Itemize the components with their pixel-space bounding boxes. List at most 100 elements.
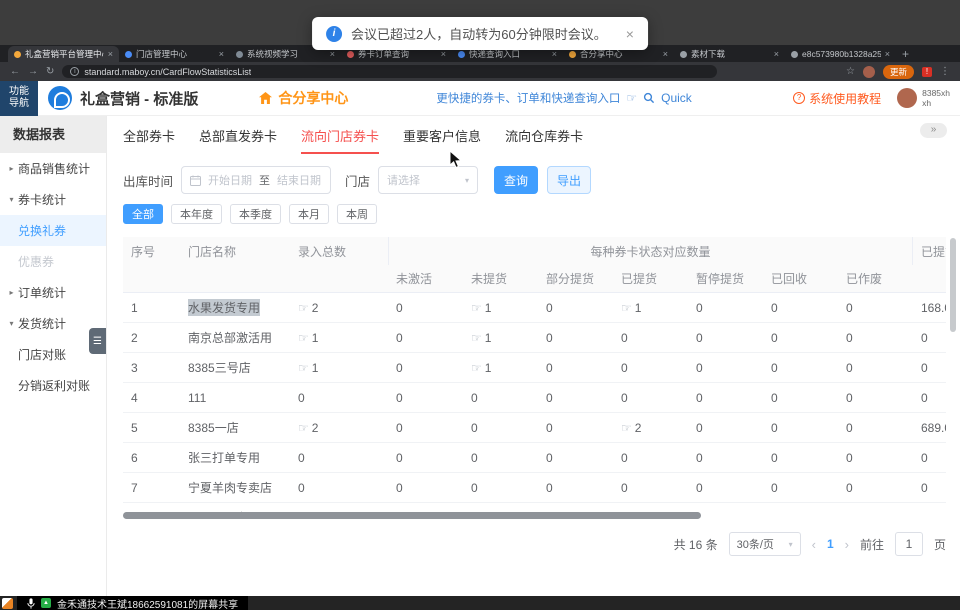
browser-profile-avatar[interactable] [863, 66, 875, 78]
toast-close-icon[interactable]: × [626, 26, 634, 42]
column-header-status: 未激活 [388, 265, 463, 292]
store-select[interactable]: 请选择 ▾ [378, 166, 478, 194]
quick-filter-button[interactable]: 全部 [123, 204, 163, 224]
cell-value: 0 [838, 323, 913, 352]
cell-value: 0 [688, 443, 763, 472]
tab-总部直发券卡[interactable]: 总部直发券卡 [199, 126, 277, 152]
tab-流向仓库券卡[interactable]: 流向仓库券卡 [505, 126, 583, 152]
info-icon: i [326, 26, 342, 42]
page-number[interactable]: 1 [827, 537, 834, 551]
cell-value[interactable]: ☞1 [290, 353, 388, 382]
cell-value: 0 [388, 473, 463, 502]
back-icon[interactable]: ← [10, 66, 20, 77]
cell-value: 0 [538, 293, 613, 322]
toast-message: 会议已超过2人，自动转为60分钟限时会议。 [351, 24, 607, 43]
sidebar-item[interactable]: ▾券卡统计 [0, 184, 106, 215]
site-info-icon[interactable]: i [70, 67, 79, 76]
pointer-icon: ☞ [298, 361, 309, 375]
cell-serial: 5 [123, 413, 180, 442]
reload-icon[interactable]: ↻ [46, 66, 54, 77]
browser-tab[interactable]: 礼盒营销平台管理中心× [8, 46, 119, 62]
export-button[interactable]: 导出 [547, 166, 591, 194]
store-name-text: 8385三号店 [188, 359, 251, 376]
column-header-status: 已回收 [763, 265, 838, 292]
horizontal-scrollbar-thumb[interactable] [123, 512, 701, 519]
goto-page-input[interactable]: 1 [895, 532, 923, 556]
browser-tab[interactable]: 素材下载× [674, 46, 785, 62]
cell-value[interactable]: ☞1 [290, 323, 388, 352]
cell-value: 689.0 [913, 413, 946, 442]
search-button[interactable]: 查询 [494, 166, 538, 194]
url-text: standard.maboy.cn/CardFlowStatisticsList [84, 67, 251, 77]
vertical-scrollbar-thumb[interactable] [950, 238, 956, 332]
table-row: 58385一店☞2000☞2000689.0 [123, 413, 946, 443]
new-tab-icon[interactable]: + [902, 47, 909, 61]
card-flow-table: 序号 门店名称 录入总数 每种券卡状态对应数量 已提货金额 未激活未提货部分提货… [123, 237, 946, 519]
table-body: 1水果发货专用☞20☞10☞1000168.02南京总部激活用☞10☞10000… [123, 293, 946, 519]
tab-close-icon[interactable]: × [108, 49, 113, 59]
cell-value: 168.0 [913, 293, 946, 322]
cell-store-name: 111 [180, 383, 290, 412]
cell-value: 0 [838, 383, 913, 412]
tab-close-icon[interactable]: × [330, 49, 335, 59]
quick-filter-button[interactable]: 本季度 [230, 204, 281, 224]
tab-close-icon[interactable]: × [663, 49, 668, 59]
cell-value: 0 [763, 443, 838, 472]
tab-close-icon[interactable]: × [774, 49, 779, 59]
cell-value: 0 [763, 323, 838, 352]
sidebar: 数据报表 ▸商品销售统计▾券卡统计兑换礼券优惠券▸订单统计▾发货统计门店对账分销… [0, 116, 107, 596]
bookmark-star-icon[interactable]: ☆ [846, 66, 855, 77]
browser-menu-icon[interactable]: ⋮ [940, 66, 950, 77]
browser-update-button[interactable]: 更新 [883, 65, 914, 79]
next-page-icon[interactable]: › [845, 537, 849, 552]
sidebar-item[interactable]: 优惠券 [0, 246, 106, 277]
sidebar-item[interactable]: ▸商品销售统计 [0, 153, 106, 184]
end-date-placeholder: 结束日期 [277, 172, 321, 188]
pointer-icon: ☞ [298, 331, 309, 345]
prev-page-icon[interactable]: ‹ [812, 537, 816, 552]
sidebar-collapse-handle[interactable]: ☰ [89, 328, 106, 354]
tab-close-icon[interactable]: × [441, 49, 446, 59]
browser-tab[interactable]: e8c573980b1328a258662e6il× [785, 46, 896, 62]
panel-collapse-button[interactable]: » [920, 123, 947, 138]
quick-filter-button[interactable]: 本年度 [171, 204, 222, 224]
quick-filter-button[interactable]: 本月 [289, 204, 329, 224]
cell-value[interactable]: ☞1 [463, 353, 538, 382]
share-center-link[interactable]: 合分享中心 [258, 88, 348, 108]
subheader-spacer [290, 265, 388, 292]
url-field[interactable]: i standard.maboy.cn/CardFlowStatisticsLi… [62, 65, 717, 78]
quick-link[interactable]: Quick [661, 91, 692, 105]
function-nav-button[interactable]: 功能 导航 [0, 81, 38, 116]
cell-value[interactable]: ☞1 [463, 323, 538, 352]
app-header: 功能 导航 礼盒营销 - 标准版 合分享中心 更快捷的券卡、订单和快递查询入口 … [0, 81, 960, 116]
user-avatar[interactable] [897, 88, 917, 108]
tab-全部券卡[interactable]: 全部券卡 [123, 126, 175, 152]
cell-value[interactable]: ☞2 [613, 413, 688, 442]
app-window: 功能 导航 礼盒营销 - 标准版 合分享中心 更快捷的券卡、订单和快递查询入口 … [0, 81, 960, 596]
tab-close-icon[interactable]: × [885, 49, 890, 59]
cell-value[interactable]: ☞2 [290, 293, 388, 322]
cell-value[interactable]: ☞2 [290, 413, 388, 442]
outbound-time-label: 出库时间 [123, 171, 173, 190]
cell-value[interactable]: ☞1 [613, 293, 688, 322]
tab-close-icon[interactable]: × [219, 49, 224, 59]
tutorial-label: 系统使用教程 [809, 90, 881, 107]
forward-icon[interactable]: → [28, 66, 38, 77]
sidebar-item[interactable]: ▸订单统计 [0, 277, 106, 308]
taskbar-app-icon[interactable] [2, 598, 13, 609]
browser-tab[interactable]: 门店管理中心 × [119, 46, 230, 62]
quick-filter-button[interactable]: 本周 [337, 204, 377, 224]
cell-value: 0 [763, 413, 838, 442]
tab-close-icon[interactable]: × [552, 49, 557, 59]
tutorial-link[interactable]: ? 系统使用教程 [793, 90, 881, 107]
date-range-input[interactable]: 开始日期 至 结束日期 [181, 166, 331, 194]
microphone-icon[interactable] [27, 598, 35, 609]
page-size-select[interactable]: 30条/页 ▾ [729, 532, 801, 556]
sidebar-item[interactable]: 分销返利对账 [0, 370, 106, 401]
cell-value[interactable]: ☞1 [463, 293, 538, 322]
tab-重要客户信息[interactable]: 重要客户信息 [403, 126, 481, 152]
tab-流向门店券卡[interactable]: 流向门店券卡 [301, 126, 379, 154]
tab-title: 门店管理中心 [136, 48, 215, 60]
sidebar-item[interactable]: 兑换礼券 [0, 215, 106, 246]
store-select-placeholder: 请选择 [387, 172, 420, 188]
